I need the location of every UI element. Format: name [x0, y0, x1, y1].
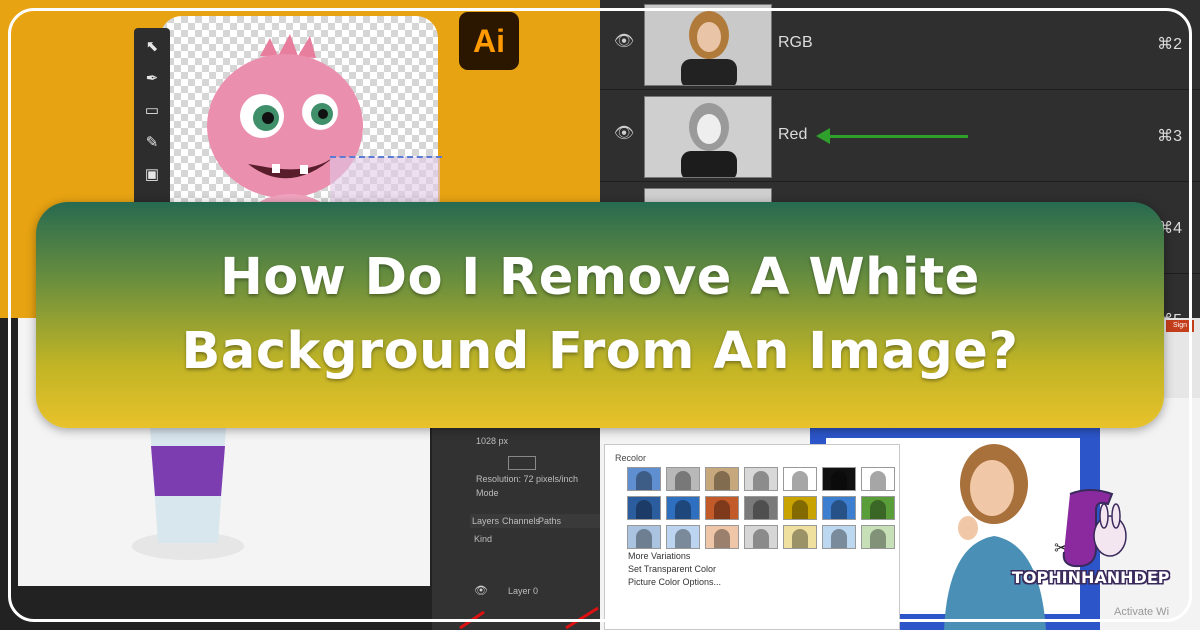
recolor-swatch[interactable]: [666, 467, 700, 491]
recolor-swatch[interactable]: [861, 525, 895, 549]
recolor-swatch[interactable]: [627, 496, 661, 520]
channel-shortcut: ⌘3: [1157, 128, 1182, 145]
recolor-title: Recolor: [615, 453, 647, 463]
recolor-swatch[interactable]: [861, 496, 895, 520]
channel-row-red[interactable]: 👁 Red ⌘3: [600, 92, 1200, 182]
recolor-swatch[interactable]: [861, 467, 895, 491]
channel-label: Red: [778, 126, 808, 143]
channel-thumbnail: [644, 4, 772, 86]
recolor-dropdown: Recolor: [604, 444, 900, 630]
tab-paths[interactable]: Paths: [538, 516, 561, 526]
recolor-swatch[interactable]: [783, 496, 817, 520]
recolor-swatch[interactable]: [666, 496, 700, 520]
set-transparent-color-item[interactable]: Set Transparent Color: [614, 563, 721, 576]
visibility-eye-icon[interactable]: 👁: [612, 34, 636, 50]
watermark-text: TOPHINHANHDEP: [1012, 568, 1170, 587]
image-icon: [508, 456, 536, 470]
title-line-2: Background From An Image?: [181, 322, 1019, 381]
woman-thumbnail-gray: [681, 103, 737, 177]
title-line-1: How Do I Remove A White: [220, 248, 980, 307]
recolor-swatch[interactable]: [744, 525, 778, 549]
channel-thumbnail: [644, 96, 772, 178]
recolor-swatch[interactable]: [627, 467, 661, 491]
tab-channels[interactable]: Channels: [502, 516, 540, 526]
recolor-swatch[interactable]: [627, 525, 661, 549]
picture-color-options-item[interactable]: Picture Color Options...: [614, 576, 721, 589]
selection-tool-icon[interactable]: ⬉: [141, 36, 163, 58]
title-banner: How Do I Remove A White Background From …: [36, 202, 1164, 428]
layers-tabs: Layers Channels Paths: [470, 514, 600, 528]
channel-row-rgb[interactable]: 👁 RGB ⌘2: [600, 0, 1200, 90]
thumbnail-frame: ⬉ ✒ ▭ ✎ ▣ ••• Ai 👁 RGB ⌘2 👁: [0, 0, 1200, 630]
recolor-swatch[interactable]: [705, 496, 739, 520]
recolor-swatch[interactable]: [666, 525, 700, 549]
resolution-text: Resolution: 72 pixels/inch: [476, 474, 579, 484]
recolor-swatch[interactable]: [783, 525, 817, 549]
recolor-swatch[interactable]: [822, 496, 856, 520]
recolor-swatch-grid: [627, 467, 895, 549]
logo-emblem: [1062, 489, 1127, 568]
mode-text: Mode: [476, 488, 499, 498]
channel-shortcut: ⌘2: [1157, 36, 1182, 53]
recolor-swatch[interactable]: [705, 467, 739, 491]
recolor-swatch[interactable]: [783, 467, 817, 491]
more-variations-item[interactable]: More Variations: [614, 550, 721, 563]
tools-toolbar: ⬉ ✒ ▭ ✎ ▣ •••: [134, 28, 170, 228]
watermark-logo: TOPHINHANHDEP: [1012, 486, 1170, 608]
recolor-swatch[interactable]: [744, 496, 778, 520]
pointer-arrow: [816, 128, 968, 144]
sign-button[interactable]: Sign: [1166, 320, 1194, 332]
recolor-swatch[interactable]: [744, 467, 778, 491]
tab-layers[interactable]: Layers: [472, 516, 499, 526]
recolor-menu: More Variations Set Transparent Color Pi…: [614, 550, 721, 589]
woman-thumbnail-color: [681, 11, 737, 85]
pen-tool-icon[interactable]: ✒: [141, 68, 163, 90]
recolor-swatch[interactable]: [822, 467, 856, 491]
red-arrows: [459, 606, 599, 630]
rectangle-tool-icon[interactable]: ▭: [141, 100, 163, 122]
image-size-text: 1028 px: [476, 436, 509, 446]
gradient-tool-icon[interactable]: ▣: [141, 164, 163, 186]
recolor-swatch[interactable]: [822, 525, 856, 549]
channel-label: RGB: [778, 34, 813, 51]
kind-filter[interactable]: Kind: [474, 534, 492, 544]
selection-guide-line: [330, 156, 442, 158]
illustrator-logo: Ai: [459, 12, 519, 70]
visibility-eye-icon[interactable]: 👁: [612, 126, 636, 142]
eyedropper-tool-icon[interactable]: ✎: [141, 132, 163, 154]
recolor-swatch[interactable]: [705, 525, 739, 549]
